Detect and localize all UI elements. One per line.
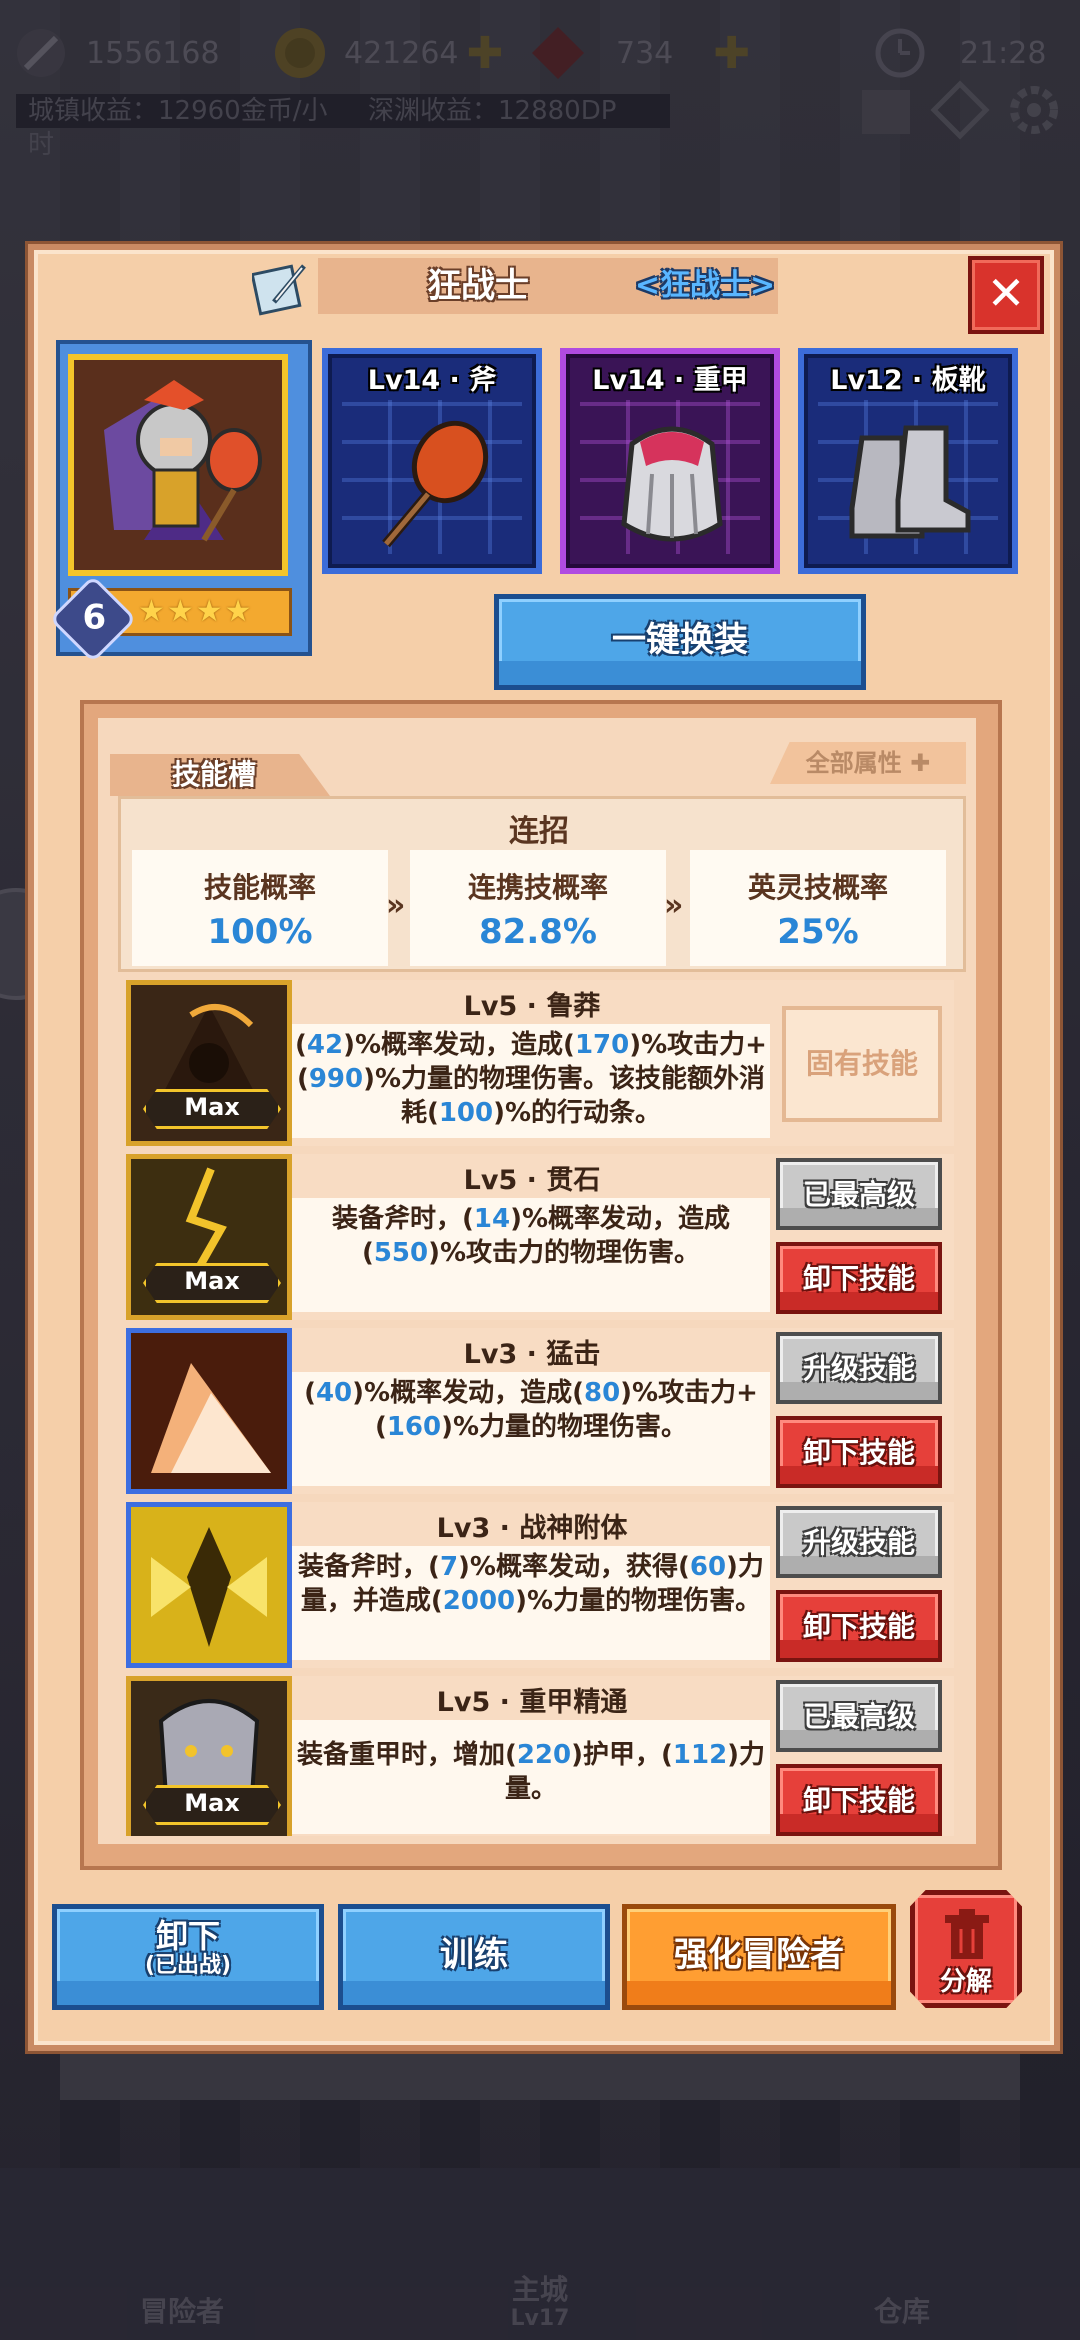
trash-icon [945, 1909, 989, 1959]
upgrade-skill-button[interactable]: 升级技能 [776, 1332, 942, 1404]
unequip-skill-button[interactable]: 卸下技能 [776, 1242, 942, 1314]
disassemble-label: 分解 [939, 1967, 992, 1997]
skill-description: 装备重甲时，增加(220)护甲，(112)力量。 [296, 1740, 766, 1804]
stat-label: 英灵技概率 [747, 871, 888, 904]
stat-value: 25% [777, 912, 859, 952]
unequip-skill-button[interactable]: 卸下技能 [776, 1416, 942, 1488]
skill-reckless-icon[interactable]: Max [126, 980, 292, 1146]
combo-title: 连招 [509, 814, 569, 849]
stat-spirit-chance: 英灵技概率 25% [690, 850, 946, 966]
enhance-adventurer-button[interactable]: 强化冒险者 [622, 1904, 896, 2010]
skill-name: Lv5 · 贯石 [463, 1165, 601, 1196]
skill-name: Lv3 · 战神附体 [436, 1513, 628, 1544]
stat-value: 82.8% [479, 912, 597, 952]
skill-description: (42)%概率发动，造成(170)%攻击力+(990)%力量的物理伤害。该技能额… [295, 1030, 767, 1128]
skill-war-god-icon[interactable] [126, 1502, 292, 1668]
stat-chain-chance: 连携技概率 82.8% [410, 850, 666, 966]
max-level-button[interactable]: 已最高级 [776, 1680, 942, 1752]
equip-slot-axe[interactable]: Lv14 · 斧 [322, 348, 542, 574]
skill-row: Lv3 · 战神附体 装备斧时，(7)%概率发动，获得(60)力量，并造成(20… [126, 1502, 954, 1668]
unequip-sublabel: (已出战) [144, 1953, 232, 1978]
hero-portrait [68, 354, 288, 576]
unequip-label: 卸下 [155, 1917, 220, 1955]
max-badge: Max [143, 1263, 281, 1303]
close-icon: ✕ [986, 266, 1026, 320]
stat-label: 连携技概率 [467, 871, 608, 904]
equip-slot-armor[interactable]: Lv14 · 重甲 [560, 348, 780, 574]
max-badge: Max [143, 1089, 281, 1129]
quill-paper-icon [252, 264, 306, 316]
skill-row: Max Lv5 · 重甲精通 装备重甲时，增加(220)护甲，(112)力量。 … [126, 1676, 954, 1836]
unequip-hero-button[interactable]: 卸下 (已出战) [52, 1904, 324, 2010]
disassemble-button[interactable]: 分解 [910, 1890, 1022, 2008]
chevron-right-icon: » [664, 888, 684, 923]
max-badge: Max [143, 1785, 281, 1825]
hero-stars: ★★★★ [138, 594, 254, 629]
skill-pierce-stone-icon[interactable]: Max [126, 1154, 292, 1320]
smash-art [131, 1333, 287, 1489]
equip-slot-boots[interactable]: Lv12 · 板靴 [798, 348, 1018, 574]
skill-description: (40)%概率发动，造成(80)%攻击力+(160)%力量的物理伤害。 [304, 1378, 758, 1442]
skill-name: Lv5 · 鲁莽 [463, 991, 601, 1022]
close-button[interactable]: ✕ [968, 256, 1044, 334]
plate-boots-icon [849, 425, 971, 539]
war-god-art [131, 1507, 287, 1663]
tab-skill-slots[interactable]: 技能槽 [110, 754, 330, 796]
stat-label: 技能概率 [203, 871, 316, 904]
upgrade-skill-button[interactable]: 升级技能 [776, 1506, 942, 1578]
chevron-right-icon: » [386, 888, 406, 923]
heavy-armor-icon [621, 426, 723, 542]
one-click-equip-button[interactable]: 一键换装 [494, 594, 866, 690]
equip-label: Lv14 · 斧 [367, 365, 497, 396]
all-attributes-button[interactable]: 全部属性 ✚ [770, 742, 966, 784]
unequip-skill-button[interactable]: 卸下技能 [776, 1590, 942, 1662]
equip-label: Lv12 · 板靴 [830, 365, 986, 396]
hero-level: 6 [82, 597, 107, 638]
skill-name: Lv3 · 猛击 [463, 1339, 601, 1370]
train-button[interactable]: 训练 [338, 1904, 610, 2010]
hero-class: <狂战士> [634, 268, 776, 303]
skill-name: Lv5 · 重甲精通 [436, 1687, 628, 1718]
innate-skill-label: 固有技能 [782, 1006, 942, 1122]
skill-description: 装备斧时，(7)%概率发动，获得(60)力量，并造成(2000)%力量的物理伤害… [298, 1552, 764, 1616]
skill-smash-icon[interactable] [126, 1328, 292, 1494]
skill-row: Max Lv5 · 鲁莽 (42)%概率发动，造成(170)%攻击力+(990)… [126, 980, 954, 1146]
skill-row: Lv3 · 猛击 (40)%概率发动，造成(80)%攻击力+(160)%力量的物… [126, 1328, 954, 1494]
stat-skill-chance: 技能概率 100% [132, 850, 388, 966]
equip-label: Lv14 · 重甲 [592, 365, 748, 396]
axe-icon [382, 420, 489, 548]
skill-row: Max Lv5 · 贯石 装备斧时，(14)%概率发动，造成(550)%攻击力的… [126, 1154, 954, 1320]
skill-heavy-armor-mastery-icon[interactable]: Max [126, 1676, 292, 1836]
hero-name: 狂战士 [427, 266, 529, 306]
berserker-avatar-icon [74, 360, 282, 570]
skill-description: 装备斧时，(14)%概率发动，造成(550)%攻击力的物理伤害。 [331, 1204, 730, 1268]
stat-value: 100% [207, 912, 313, 952]
max-level-button[interactable]: 已最高级 [776, 1158, 942, 1230]
unequip-skill-button[interactable]: 卸下技能 [776, 1764, 942, 1836]
